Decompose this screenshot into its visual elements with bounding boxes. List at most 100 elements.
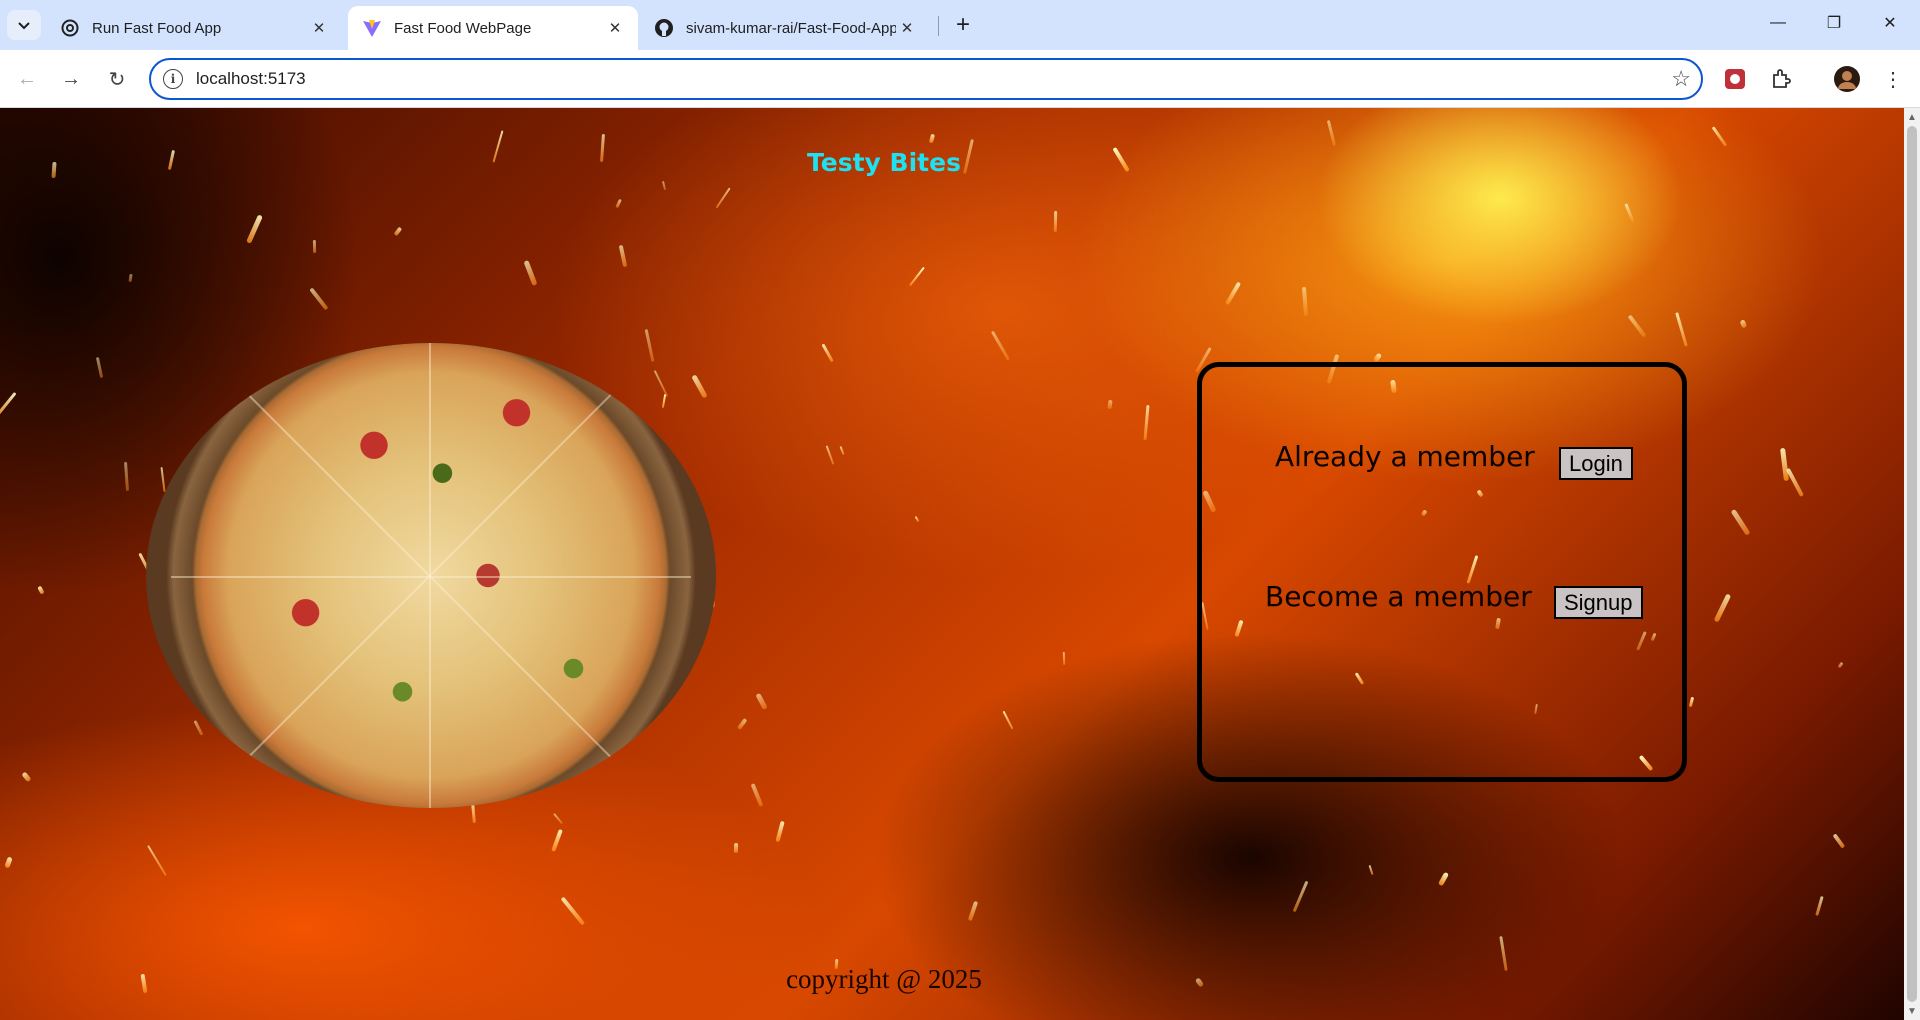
ember-spark	[1711, 126, 1727, 147]
ember-spark	[821, 343, 834, 362]
ember-spark	[653, 369, 669, 397]
ember-spark	[914, 516, 920, 523]
ember-spark	[1107, 399, 1113, 409]
ember-spark	[246, 214, 263, 244]
reload-icon: ↻	[108, 68, 126, 91]
close-icon[interactable]: ✕	[896, 17, 918, 39]
ember-spark	[523, 259, 538, 286]
tab-separator	[938, 16, 939, 36]
ember-spark	[733, 843, 739, 853]
ember-spark	[929, 133, 935, 144]
ember-spark	[1837, 661, 1844, 669]
ember-spark	[909, 266, 925, 286]
bookmark-star-icon[interactable]: ☆	[1671, 66, 1691, 92]
ember-spark	[160, 466, 167, 492]
arrow-right-icon: →	[61, 67, 81, 90]
ember-spark	[1688, 696, 1695, 708]
tab-title: sivam-kumar-rai/Fast-Food-App	[686, 19, 896, 37]
forward-button[interactable]: →	[54, 62, 88, 96]
tab-run-fast-food-app[interactable]: Run Fast Food App ✕	[46, 6, 342, 50]
browser-toolbar: ← → ↻ i localhost:5173 ☆ ⋮	[0, 50, 1920, 108]
close-icon[interactable]: ✕	[308, 17, 330, 39]
ember-spark	[193, 719, 204, 736]
ember-spark	[825, 444, 835, 465]
ember-spark	[1674, 312, 1687, 347]
minimize-button[interactable]: —	[1750, 0, 1806, 46]
tab-github-repo[interactable]: sivam-kumar-rai/Fast-Food-App ✕	[640, 6, 930, 50]
ember-spark	[968, 900, 979, 921]
menu-kebab-icon[interactable]: ⋮	[1878, 64, 1908, 94]
tab-fast-food-webpage[interactable]: Fast Food WebPage ✕	[348, 6, 638, 50]
signup-prompt: Become a member	[1265, 580, 1532, 613]
login-prompt: Already a member	[1275, 440, 1535, 473]
ember-spark	[1292, 880, 1309, 913]
ember-spark	[312, 240, 316, 254]
back-button[interactable]: ←	[10, 62, 44, 96]
ember-spark	[309, 287, 329, 311]
ember-spark	[1739, 319, 1748, 330]
ember-spark	[1786, 468, 1804, 498]
member-panel: Already a member Login Become a member S…	[1197, 362, 1687, 782]
ember-spark	[755, 693, 768, 710]
ember-spark	[839, 446, 845, 456]
ember-spark	[21, 771, 32, 783]
tab-search-button[interactable]	[7, 10, 41, 40]
ember-spark	[1627, 313, 1647, 338]
ember-spark	[551, 828, 564, 852]
ember-spark	[1063, 651, 1066, 665]
login-button[interactable]: Login	[1559, 447, 1633, 480]
scrollbar-thumb[interactable]	[1907, 126, 1917, 1002]
scroll-up-icon[interactable]: ▲	[1904, 109, 1920, 125]
plus-icon: +	[955, 11, 970, 38]
ember-spark	[691, 374, 708, 399]
ember-spark	[1833, 833, 1846, 849]
ember-spark	[1815, 896, 1824, 917]
ember-spark	[1780, 448, 1789, 482]
ember-spark	[618, 244, 628, 268]
page-title: Testy Bites	[807, 148, 961, 177]
address-text[interactable]: localhost:5173	[196, 69, 306, 89]
close-icon[interactable]: ✕	[604, 17, 626, 39]
ember-spark	[1623, 203, 1635, 224]
ember-spark	[1368, 865, 1374, 876]
ember-spark	[661, 180, 667, 190]
ember-spark	[124, 461, 130, 491]
new-tab-button[interactable]: +	[948, 10, 978, 40]
vite-icon	[362, 18, 382, 38]
page-viewport: Testy Bites Already a member Login Becom…	[0, 108, 1904, 1020]
ember-spark	[37, 585, 46, 596]
ember-spark	[1225, 281, 1242, 306]
tab-strip: Run Fast Food App ✕ Fast Food WebPage ✕ …	[0, 0, 1920, 50]
signup-button[interactable]: Signup	[1554, 586, 1643, 619]
ember-spark	[0, 391, 17, 421]
arrow-left-icon: ←	[17, 67, 37, 90]
extensions-puzzle-icon[interactable]	[1766, 64, 1796, 94]
github-icon	[654, 18, 674, 38]
ember-spark	[1326, 120, 1336, 147]
pizza-image	[146, 343, 716, 808]
ember-spark	[1438, 871, 1450, 887]
reload-button[interactable]: ↻	[100, 62, 134, 96]
ember-spark	[715, 186, 732, 209]
scroll-down-icon[interactable]: ▼	[1904, 1003, 1920, 1019]
tab-title: Fast Food WebPage	[394, 19, 532, 37]
ember-spark	[1730, 509, 1751, 536]
ember-spark	[471, 803, 477, 824]
address-bar[interactable]: i localhost:5173 ☆	[149, 58, 1703, 100]
footer-copyright: copyright @ 2025	[786, 964, 982, 994]
ember-spark	[560, 896, 586, 926]
close-window-button[interactable]: ✕	[1862, 0, 1918, 46]
ember-spark	[1301, 287, 1309, 317]
extension-icon[interactable]	[1720, 64, 1750, 94]
chevron-down-icon	[18, 17, 30, 33]
ember-spark	[1054, 210, 1058, 232]
ember-spark	[1143, 404, 1150, 440]
restore-button[interactable]: ❐	[1806, 0, 1862, 46]
page-scrollbar[interactable]: ▲ ▼	[1904, 108, 1920, 1020]
minimize-icon: —	[1770, 14, 1786, 31]
info-icon[interactable]: i	[163, 69, 183, 89]
ember-spark	[736, 718, 748, 731]
ember-spark	[552, 812, 563, 824]
ember-spark	[1002, 710, 1014, 730]
avatar[interactable]	[1832, 64, 1862, 94]
